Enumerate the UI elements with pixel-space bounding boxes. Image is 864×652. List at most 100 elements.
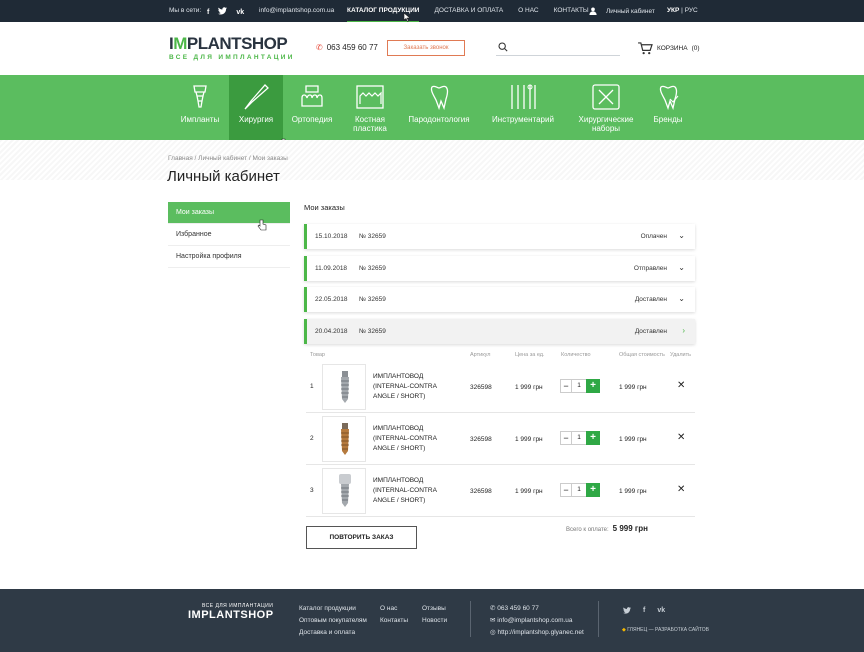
chevron-down-icon[interactable]: ⌄	[678, 294, 685, 303]
qty-minus-button[interactable]: −	[560, 431, 572, 445]
search-box[interactable]	[496, 42, 620, 56]
cart-label: КОРЗИНА	[657, 45, 688, 52]
top-nav: КАТАЛОГ ПРОДУКЦИИ ДОСТАВКА И ОПЛАТА О НА…	[347, 7, 589, 23]
breadcrumb-current: Мои заказы	[252, 155, 288, 162]
product-name[interactable]: ИМПЛАНТОВОД (INTERNAL-CONTRA ANGLE / SHO…	[373, 424, 453, 454]
footer-link-contacts[interactable]: Контакты	[380, 615, 408, 627]
facebook-icon[interactable]: f	[207, 9, 209, 16]
category-label: Бренды	[653, 115, 683, 124]
repeat-order-button[interactable]: ПОВТОРИТЬ ЗАКАЗ	[306, 526, 417, 549]
account-link[interactable]: Личный кабинет	[589, 7, 655, 15]
category-surgery[interactable]: Хирургия	[229, 75, 289, 150]
delete-icon[interactable]: ✕	[677, 432, 685, 443]
social-label: Мы в сети:	[169, 7, 202, 14]
footer-email[interactable]: info@implantshop.com.ua	[497, 617, 572, 624]
table-row: 1 ИМПЛАНТОВОД (INTERNAL-CONTRA ANGLE / S…	[306, 361, 695, 413]
order-row[interactable]: 11.09.2018 № 32659 Отправлен ⌄	[304, 256, 695, 281]
cart-count: (0)	[691, 45, 700, 52]
sidebar-item-orders[interactable]: Мои заказы	[168, 202, 290, 224]
search-input[interactable]	[510, 42, 618, 54]
twitter-icon[interactable]	[218, 7, 228, 17]
top-email[interactable]: info@implantshop.com.ua	[259, 7, 334, 14]
footer-social: f vk	[623, 607, 665, 616]
qty-plus-button[interactable]: +	[586, 379, 600, 393]
qty-plus-button[interactable]: +	[586, 431, 600, 445]
category-periodontology[interactable]: Пародонтология	[399, 75, 479, 140]
quantity-stepper: − 1 +	[560, 379, 600, 393]
facebook-icon[interactable]: f	[643, 607, 645, 616]
vk-icon[interactable]: vk	[236, 9, 244, 16]
brands-tooth-icon	[659, 85, 679, 111]
delete-icon[interactable]: ✕	[677, 380, 685, 391]
lang-rus[interactable]: РУС	[685, 7, 698, 14]
breadcrumb-home[interactable]: Главная	[168, 155, 193, 162]
vk-icon[interactable]: vk	[657, 607, 665, 616]
footer-logo[interactable]: ВСЕ ДЛЯ ИМПЛАНТАЦИИ IMPLANTSHOP	[188, 603, 274, 621]
callback-button[interactable]: Заказать звонок	[387, 40, 465, 56]
product-name[interactable]: ИМПЛАНТОВОД (INTERNAL-CONTRA ANGLE / SHO…	[373, 372, 453, 402]
lang-ukr[interactable]: УКР	[667, 7, 679, 14]
breadcrumb-account[interactable]: Личный кабинет	[198, 155, 247, 162]
category-surgical-kits[interactable]: Хирургические наборы	[567, 75, 645, 140]
category-instruments[interactable]: Инструментарий	[479, 75, 567, 140]
qty-value[interactable]: 1	[572, 379, 586, 393]
sidebar-item-favorites[interactable]: Избранное	[168, 224, 290, 246]
developer-credit[interactable]: ◆ ГЛЯНЕЦ — РАЗРАБОТКА САЙТОВ	[622, 627, 709, 633]
category-implants[interactable]: Импланты	[171, 75, 229, 140]
footer-phone[interactable]: 063 459 60 77	[497, 605, 539, 612]
nav-contacts[interactable]: КОНТАКТЫ	[554, 7, 589, 14]
product-image[interactable]	[322, 468, 366, 514]
category-label: Хирургия	[238, 115, 274, 124]
order-date: 22.05.2018	[315, 296, 348, 303]
row-index: 1	[310, 383, 314, 390]
order-row[interactable]: 22.05.2018 № 32659 Доставлен ⌄	[304, 287, 695, 312]
col-total: Общая стоимость	[619, 352, 665, 358]
nav-delivery[interactable]: ДОСТАВКА И ОПЛАТА	[434, 7, 503, 14]
order-row[interactable]: 15.10.2018 № 32659 Оплачен ⌄	[304, 224, 695, 249]
row-index: 3	[310, 487, 314, 494]
order-status: Отправлен	[633, 265, 667, 272]
footer-link-reviews[interactable]: Отзывы	[422, 603, 447, 615]
nav-about[interactable]: О НАС	[518, 7, 538, 14]
footer-link-wholesale[interactable]: Оптовым покупателям	[299, 615, 367, 627]
product-image[interactable]	[322, 416, 366, 462]
delete-icon[interactable]: ✕	[677, 484, 685, 495]
total-value: 5 999 грн	[612, 524, 648, 533]
product-image[interactable]	[322, 364, 366, 410]
logo[interactable]: IMPLANTSHOP ВСЕ ДЛЯ ИМПЛАНТАЦИИ	[169, 35, 295, 61]
qty-minus-button[interactable]: −	[560, 379, 572, 393]
chevron-right-icon[interactable]: ›	[682, 326, 685, 335]
order-number: № 32659	[359, 265, 386, 272]
sidebar-item-profile-settings[interactable]: Настройка профиля	[168, 246, 290, 268]
orders-title: Мои заказы	[304, 203, 345, 212]
footer-link-about[interactable]: О нас	[380, 603, 408, 615]
footer-link-delivery[interactable]: Доставка и оплата	[299, 627, 367, 639]
qty-value[interactable]: 1	[572, 483, 586, 497]
chevron-down-icon[interactable]: ⌄	[678, 231, 685, 240]
cart-link[interactable]: КОРЗИНА (0)	[638, 42, 700, 55]
category-orthopedics[interactable]: Ортопедия	[283, 75, 341, 140]
category-brands[interactable]: Бренды	[645, 75, 691, 140]
top-bar: Мы в сети: f vk info@implantshop.com.ua …	[0, 0, 864, 23]
instruments-icon	[511, 84, 536, 109]
category-bone-grafting[interactable]: Костная пластика	[341, 75, 399, 140]
globe-icon: ◎	[490, 629, 496, 636]
footer-link-news[interactable]: Новости	[422, 615, 447, 627]
footer-website[interactable]: http://implantshop.glyanec.net	[497, 629, 583, 636]
product-name[interactable]: ИМПЛАНТОВОД (INTERNAL-CONTRA ANGLE / SHO…	[373, 476, 453, 506]
chevron-down-icon[interactable]: ⌄	[678, 263, 685, 272]
qty-value[interactable]: 1	[572, 431, 586, 445]
logo-tagline: ВСЕ ДЛЯ ИМПЛАНТАЦИИ	[169, 54, 295, 61]
qty-minus-button[interactable]: −	[560, 483, 572, 497]
order-date: 11.09.2018	[315, 265, 348, 272]
order-row-expanded[interactable]: 20.04.2018 № 32659 Доставлен ›	[304, 319, 695, 344]
footer-link-catalog[interactable]: Каталог продукции	[299, 603, 367, 615]
col-article: Артикул	[470, 352, 491, 358]
qty-plus-button[interactable]: +	[586, 483, 600, 497]
hand-cursor-icon	[257, 219, 267, 231]
col-delete: Удалить	[670, 352, 691, 358]
header-phone[interactable]: ✆ 063 459 60 77	[316, 43, 378, 52]
search-icon[interactable]	[498, 42, 508, 52]
footer-divider	[470, 601, 471, 637]
twitter-icon[interactable]	[623, 607, 631, 616]
